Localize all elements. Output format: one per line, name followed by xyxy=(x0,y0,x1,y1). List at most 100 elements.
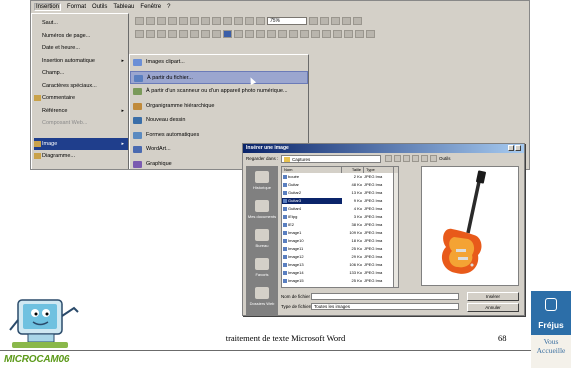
toolbar-button[interactable] xyxy=(234,17,243,25)
tools-menu[interactable]: Outils xyxy=(439,155,451,162)
toolbar-button[interactable] xyxy=(179,17,188,25)
toolbar-button[interactable] xyxy=(366,30,375,38)
toolbar-button[interactable] xyxy=(190,30,199,38)
file-row[interactable]: bouée 2 Ko JPEG Ima xyxy=(282,174,398,180)
image-submenu-item[interactable]: Formes automatiques xyxy=(130,129,308,142)
menu-2[interactable]: Outils xyxy=(92,4,107,10)
file-row[interactable]: Image13 106 Ko JPEG Ima xyxy=(282,262,398,268)
toolbar-button[interactable] xyxy=(234,30,243,38)
toolbar-button[interactable] xyxy=(245,30,254,38)
toolbar-button[interactable] xyxy=(146,17,155,25)
insert-menu-item[interactable]: Composant Web... xyxy=(34,117,128,129)
search-web-icon[interactable] xyxy=(403,155,410,162)
insert-menu-item[interactable]: Image ▸ xyxy=(34,137,128,150)
filetype-dropdown[interactable]: Toutes les images xyxy=(311,303,459,310)
file-row[interactable]: Guitar2 13 Ko JPEG Ima xyxy=(282,190,398,196)
toolbar-button[interactable] xyxy=(331,17,340,25)
look-in-dropdown[interactable]: Captures xyxy=(281,155,381,163)
insert-menu-item[interactable]: Caractères spéciaux... xyxy=(34,80,128,92)
image-submenu-item[interactable]: À partir du fichier... xyxy=(130,70,308,84)
insert-menu-item[interactable]: Champ... xyxy=(34,67,128,79)
insert-menu-item[interactable]: Diagramme... xyxy=(34,150,128,162)
toolbar-button[interactable] xyxy=(333,30,342,38)
toolbar-button[interactable] xyxy=(223,17,232,25)
toolbar-button[interactable] xyxy=(256,17,265,25)
insert-menu-item[interactable]: Numéros de page... xyxy=(34,30,128,42)
toolbar-button[interactable] xyxy=(309,17,318,25)
column-type[interactable]: Type xyxy=(364,167,394,173)
toolbar-button[interactable] xyxy=(278,30,287,38)
file-row[interactable]: Image15 25 Ko JPEG Ima xyxy=(282,278,398,284)
place-4[interactable]: Dossiers Web xyxy=(246,284,278,312)
image-submenu-item[interactable]: Organigramme hiérarchique xyxy=(130,100,308,113)
toolbar-button[interactable] xyxy=(168,17,177,25)
delete-icon[interactable] xyxy=(412,155,419,162)
image-submenu-item[interactable]: Images clipart... xyxy=(130,56,308,69)
toolbar-button[interactable] xyxy=(201,30,210,38)
toolbar-button[interactable] xyxy=(344,30,353,38)
toolbar-button[interactable] xyxy=(190,17,199,25)
file-row[interactable]: Guitar4 4 Ko JPEG Ima xyxy=(282,206,398,212)
insert-menu-item[interactable]: Commentaire xyxy=(34,92,128,104)
place-2[interactable]: Bureau xyxy=(246,226,278,254)
insert-menu-item[interactable]: Saut... xyxy=(34,17,128,29)
toolbar-button[interactable] xyxy=(289,30,298,38)
new-folder-icon[interactable] xyxy=(421,155,428,162)
toolbar-button[interactable] xyxy=(135,17,144,25)
file-row[interactable]: Guitar3 9 Ko JPEG Ima xyxy=(282,198,398,204)
insert-menu-item[interactable]: Date et heure... xyxy=(34,42,128,54)
file-row[interactable]: Image11 25 Ko JPEG Ima xyxy=(282,246,398,252)
toolbar-button[interactable] xyxy=(157,17,166,25)
toolbar-button[interactable] xyxy=(267,30,276,38)
image-submenu-item[interactable]: Nouveau dessin xyxy=(130,114,308,127)
zoom-dropdown[interactable]: 75% xyxy=(267,17,307,25)
menu-1[interactable]: Format xyxy=(67,4,86,10)
help-icon[interactable] xyxy=(508,145,514,151)
views-icon[interactable] xyxy=(430,155,437,162)
up-folder-icon[interactable] xyxy=(394,155,401,162)
file-list[interactable]: Nom Taille Type bouée 2 Ko JPEG Ima Guitar 4… xyxy=(281,166,399,288)
toolbar-button[interactable] xyxy=(223,30,232,38)
toolbar-button[interactable] xyxy=(353,17,362,25)
toolbar-button[interactable] xyxy=(168,30,177,38)
toolbar-button[interactable] xyxy=(256,30,265,38)
filename-input[interactable] xyxy=(311,293,459,300)
file-row[interactable]: Image12 29 Ko JPEG Ima xyxy=(282,254,398,260)
file-list-scrollbar[interactable] xyxy=(393,173,398,287)
toolbar-button[interactable] xyxy=(146,30,155,38)
file-row[interactable]: Guitar 48 Ko JPEG Ima xyxy=(282,182,398,188)
toolbar-button[interactable] xyxy=(322,30,331,38)
image-submenu-item[interactable]: À partir d'un scanneur ou d'un appareil … xyxy=(130,85,308,98)
file-row[interactable]: Image14 133 Ko JPEG Ima xyxy=(282,270,398,276)
toolbar-button[interactable] xyxy=(157,30,166,38)
close-icon[interactable] xyxy=(515,145,521,151)
menu-5[interactable]: ? xyxy=(167,4,170,10)
place-3[interactable]: Favoris xyxy=(246,255,278,283)
file-row[interactable]: Image10 18 Ko JPEG Ima xyxy=(282,238,398,244)
toolbar-button[interactable] xyxy=(355,30,364,38)
toolbar-button[interactable] xyxy=(179,30,188,38)
toolbar-button[interactable] xyxy=(245,17,254,25)
cancel-button[interactable]: Annuler xyxy=(467,303,519,312)
toolbar-button[interactable] xyxy=(135,30,144,38)
menu-4[interactable]: Fenêtre xyxy=(140,4,161,10)
back-icon[interactable] xyxy=(385,155,392,162)
insert-menu-item[interactable]: Référence ▸ xyxy=(34,105,128,117)
place-0[interactable]: Historique xyxy=(246,168,278,196)
toolbar-button[interactable] xyxy=(201,17,210,25)
toolbar-button[interactable] xyxy=(342,17,351,25)
column-size[interactable]: Taille xyxy=(342,167,364,173)
menu-0[interactable]: Insertion xyxy=(34,3,62,11)
insert-button[interactable]: Insérer xyxy=(467,292,519,301)
file-row[interactable]: IE2 38 Ko JPEG Ima xyxy=(282,222,398,228)
toolbar-button[interactable] xyxy=(212,30,221,38)
toolbar-button[interactable] xyxy=(311,30,320,38)
place-1[interactable]: Mes documents xyxy=(246,197,278,225)
column-name[interactable]: Nom xyxy=(282,167,342,173)
menu-3[interactable]: Tableau xyxy=(113,4,134,10)
insert-menu-item[interactable]: Insertion automatique ▸ xyxy=(34,55,128,67)
toolbar-button[interactable] xyxy=(212,17,221,25)
toolbar-button[interactable] xyxy=(300,30,309,38)
toolbar-button[interactable] xyxy=(320,17,329,25)
file-row[interactable]: Image1 109 Ko JPEG Ima xyxy=(282,230,398,236)
